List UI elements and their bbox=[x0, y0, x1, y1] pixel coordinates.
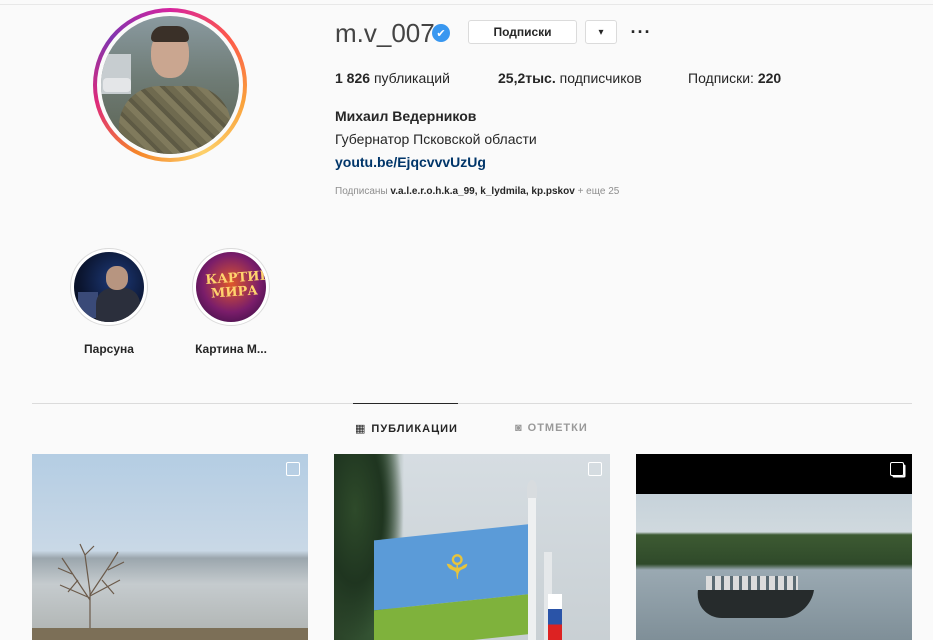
stat-followers[interactable]: 25,2тыс. подписчиков bbox=[498, 70, 642, 86]
followers-label: подписчиков bbox=[559, 70, 642, 86]
posts-label: публикаций bbox=[373, 70, 450, 86]
active-tab-indicator bbox=[353, 403, 458, 404]
highlight-cover bbox=[74, 252, 144, 322]
following-label: Подписки: bbox=[688, 70, 754, 86]
profile-bio: Губернатор Псковской области bbox=[335, 131, 537, 147]
ellipsis-icon[interactable]: ··· bbox=[629, 20, 653, 44]
following-button[interactable]: Подписки bbox=[468, 20, 577, 44]
post-thumbnail[interactable]: ⚘ bbox=[334, 454, 610, 640]
profile-link[interactable]: youtu.be/EjqcvvvUzUg bbox=[335, 154, 486, 170]
grid-icon: ▦ bbox=[355, 423, 367, 435]
verified-badge-icon: ✔ bbox=[432, 24, 450, 42]
top-divider bbox=[0, 4, 933, 5]
tagged-icon: ◙ bbox=[515, 422, 523, 434]
followed-by[interactable]: Подписаны v.a.l.e.r.o.h.k.a_99, k_lydmil… bbox=[335, 186, 619, 197]
followed-by-more: + еще 25 bbox=[577, 186, 620, 197]
following-count: 220 bbox=[757, 70, 782, 86]
tab-tagged[interactable]: ◙ ОТМЕТКИ bbox=[515, 422, 588, 434]
followers-count: 25,2тыс. bbox=[498, 70, 556, 86]
posts-count: 1 826 bbox=[335, 70, 371, 86]
parachute-emblem-icon: ⚘ bbox=[441, 549, 473, 587]
profile-avatar[interactable] bbox=[93, 8, 247, 162]
tab-posts-label: ПУБЛИКАЦИИ bbox=[371, 422, 458, 435]
profile-username: m.v_007 bbox=[335, 18, 435, 48]
stat-following[interactable]: Подписки: 220 bbox=[688, 70, 781, 86]
followed-by-prefix: Подписаны bbox=[335, 186, 388, 197]
post-thumbnail[interactable] bbox=[636, 454, 912, 640]
post-thumbnail[interactable] bbox=[32, 454, 308, 640]
carousel-icon bbox=[890, 462, 904, 476]
highlight-kartina[interactable]: КАРТИНА МИРА Картина М... bbox=[171, 248, 291, 356]
chevron-down-icon[interactable]: ▾ bbox=[585, 20, 617, 44]
highlight-cover: КАРТИНА МИРА bbox=[196, 252, 266, 322]
stat-posts: 1 826 публикаций bbox=[335, 70, 450, 86]
avatar-photo bbox=[101, 16, 239, 154]
highlight-parsuna[interactable]: Парсуна bbox=[49, 248, 169, 356]
carousel-icon bbox=[286, 462, 300, 476]
carousel-icon bbox=[588, 462, 602, 476]
highlight-label: Парсуна bbox=[84, 342, 134, 356]
tree-graphic bbox=[57, 543, 125, 630]
followed-by-names: v.a.l.e.r.o.h.k.a_99, k_lydmila, kp.psko… bbox=[390, 186, 575, 197]
highlight-cover-text: КАРТИНА МИРА bbox=[205, 267, 266, 302]
profile-full-name: Михаил Ведерников bbox=[335, 108, 477, 124]
tab-tagged-label: ОТМЕТКИ bbox=[527, 422, 588, 434]
highlight-label: Картина М... bbox=[195, 342, 267, 356]
tab-posts[interactable]: ▦ ПУБЛИКАЦИИ bbox=[355, 422, 458, 436]
tabs-divider bbox=[32, 403, 912, 404]
